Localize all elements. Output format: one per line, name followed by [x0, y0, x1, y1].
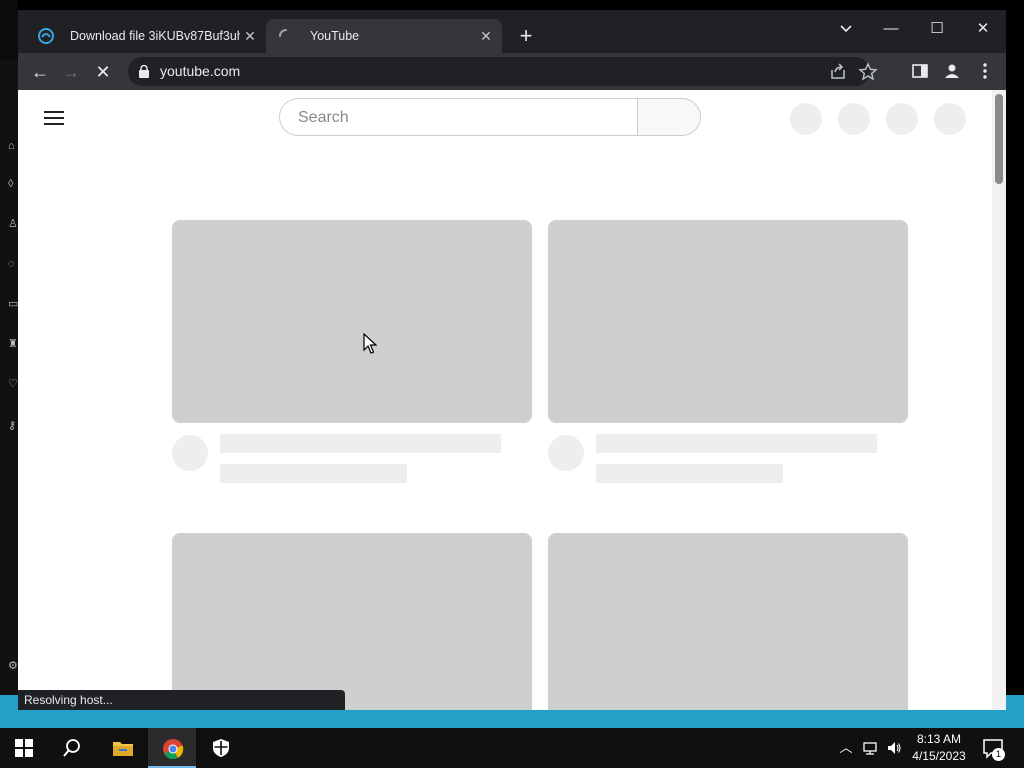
windows-taskbar: ︿ 8:13 AM 4/15/2023 1	[0, 728, 1024, 768]
clock-date: 4/15/2023	[912, 749, 966, 763]
page-scrollbar[interactable]	[992, 90, 1006, 710]
search-button[interactable]	[637, 98, 701, 136]
security-taskbar-button[interactable]	[197, 728, 245, 768]
url-text[interactable]: youtube.com	[160, 57, 240, 86]
menu-kebab-icon[interactable]	[975, 61, 995, 81]
video-thumbnail-placeholder	[548, 533, 908, 710]
address-bar[interactable]: youtube.com	[128, 57, 878, 86]
search-icon	[63, 739, 80, 757]
share-icon[interactable]	[828, 62, 848, 82]
mouse-cursor-icon	[363, 333, 377, 354]
profile-icon[interactable]	[942, 61, 962, 81]
file-explorer-button[interactable]	[98, 728, 146, 768]
stop-loading-button[interactable]: ✕	[92, 61, 114, 83]
browser-window: Download file 3iKUBv87Buf3uh9 ✕ YouTube …	[18, 10, 1006, 710]
file-explorer-icon	[113, 742, 133, 756]
chevron-up-icon[interactable]: ︿	[838, 740, 854, 756]
youtube-page	[18, 90, 1006, 710]
title-placeholder	[220, 434, 501, 453]
meta-placeholder	[596, 464, 783, 483]
forward-button[interactable]: →	[60, 61, 82, 83]
browser-toolbar: ← → ✕ youtube.com	[18, 53, 1006, 90]
back-button[interactable]: ←	[29, 61, 51, 83]
download-site-icon	[38, 28, 54, 44]
new-tab-button[interactable]: +	[516, 25, 536, 47]
background-window-edge: ⌂ ◊ ♙ ◌ ▭ ♜ ♡ ⚷ ⚙	[0, 0, 18, 700]
video-thumbnail-placeholder	[172, 220, 532, 423]
search-input[interactable]	[296, 99, 620, 137]
tab-strip: Download file 3iKUBv87Buf3uh9 ✕ YouTube …	[18, 10, 1006, 53]
placeholder-button	[886, 103, 918, 135]
minimize-button[interactable]: —	[868, 15, 914, 43]
start-icon	[15, 739, 33, 757]
side-panel-icon[interactable]	[910, 61, 930, 81]
lock-icon[interactable]	[138, 65, 150, 78]
chrome-taskbar-button[interactable]	[148, 728, 196, 768]
video-thumbnail-placeholder	[172, 533, 532, 710]
placeholder-button	[838, 103, 870, 135]
system-clock[interactable]: 8:13 AM 4/15/2023	[908, 731, 970, 765]
close-window-button[interactable]: ✕	[960, 15, 1006, 43]
clock-time: 8:13 AM	[916, 732, 962, 746]
search-input-container[interactable]	[279, 98, 637, 137]
taskbar-search-button[interactable]	[48, 728, 96, 768]
placeholder-button	[934, 103, 966, 135]
close-tab-icon[interactable]: ✕	[242, 28, 258, 44]
scrollbar-thumb[interactable]	[995, 94, 1003, 184]
chrome-icon	[163, 739, 184, 760]
loading-spinner-icon	[279, 29, 287, 37]
hamburger-menu-icon[interactable]	[44, 111, 64, 125]
placeholder-button	[790, 103, 822, 135]
tab-title: YouTube	[310, 29, 360, 43]
background-title-edge	[0, 0, 18, 60]
video-thumbnail-placeholder	[548, 220, 908, 423]
status-bubble: Resolving host...	[18, 690, 345, 710]
channel-avatar-placeholder	[172, 435, 208, 471]
volume-icon[interactable]	[886, 740, 902, 756]
tab-title: Download file 3iKUBv87Buf3uh9	[70, 29, 240, 43]
bookmark-star-icon[interactable]	[858, 62, 878, 82]
notification-count-badge: 1	[992, 748, 1005, 761]
maximize-button[interactable]: ☐	[914, 15, 960, 43]
network-icon[interactable]	[862, 740, 878, 756]
tab-download-file[interactable]: Download file 3iKUBv87Buf3uh9 ✕	[26, 19, 266, 53]
close-tab-icon[interactable]: ✕	[478, 28, 494, 44]
title-placeholder	[596, 434, 877, 453]
security-shield-icon	[213, 739, 229, 757]
tab-search-chevron-icon[interactable]	[836, 15, 856, 43]
channel-avatar-placeholder	[548, 435, 584, 471]
meta-placeholder	[220, 464, 407, 483]
tab-youtube[interactable]: YouTube ✕	[266, 19, 502, 53]
start-button[interactable]	[0, 728, 48, 768]
